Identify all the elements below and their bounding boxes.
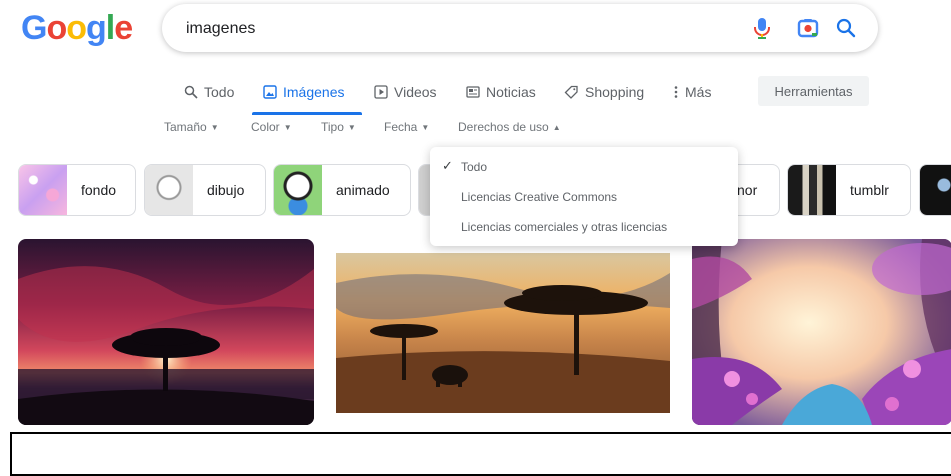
tab-label: Todo [204, 84, 235, 100]
chip-thumbnail [788, 165, 836, 215]
tab-label: Imágenes [283, 84, 345, 100]
tools-button[interactable]: Herramientas [758, 76, 869, 106]
related-chip-fondo[interactable]: fondo [18, 164, 136, 216]
filter-label: Color [251, 120, 280, 134]
chip-label: animado [336, 182, 390, 198]
image-result[interactable] [18, 239, 314, 425]
caret-down-icon: ▼ [283, 122, 292, 132]
tab-todo[interactable]: Todo [184, 80, 234, 104]
filter-fecha[interactable]: Fecha ▼ [384, 120, 429, 134]
chip-label: nor [737, 182, 758, 198]
check-icon: ✓ [442, 158, 453, 173]
search-icon [184, 85, 198, 99]
image-sunset-tree [18, 239, 314, 425]
tab-noticias[interactable]: Noticias [466, 80, 536, 104]
image-savanna [336, 253, 670, 413]
tab-label: Noticias [486, 84, 536, 100]
filter-label: Tipo [321, 120, 344, 134]
caret-down-icon: ▼ [421, 122, 430, 132]
logo-letter: g [86, 9, 107, 47]
tab-imagenes[interactable]: Imágenes [263, 80, 344, 104]
tab-label: Videos [394, 84, 437, 100]
filter-label: Derechos de uso [458, 120, 549, 134]
logo-letter: e [114, 9, 133, 47]
filter-tamano[interactable]: Tamaño ▼ [164, 120, 219, 134]
caret-down-icon: ▼ [210, 122, 219, 132]
dropdown-item-creative-commons[interactable]: Licencias Creative Commons [461, 190, 617, 204]
caret-up-icon: ▲ [552, 122, 561, 132]
usage-rights-dropdown: ✓ Todo Licencias Creative Commons Licenc… [430, 147, 738, 246]
chip-thumbnail [274, 165, 322, 215]
filter-label: Tamaño [164, 120, 207, 134]
chip-label: dibujo [207, 182, 245, 198]
dropdown-item-commercial[interactable]: Licencias comerciales y otras licencias [461, 220, 667, 234]
logo-letter: l [105, 9, 116, 47]
microphone-icon[interactable] [750, 16, 774, 40]
tab-label: Más [685, 84, 712, 100]
filter-color[interactable]: Color ▼ [251, 120, 292, 134]
chip-thumbnail [920, 165, 951, 215]
tab-videos[interactable]: Videos [374, 80, 437, 104]
tab-mas[interactable]: Más [673, 80, 711, 104]
image-icon [263, 85, 277, 99]
tab-label: Shopping [585, 84, 645, 100]
active-tab-indicator [252, 112, 362, 115]
related-chip-partial[interactable] [919, 164, 951, 216]
news-icon [466, 86, 480, 98]
chip-thumbnail [19, 165, 67, 215]
caret-down-icon: ▼ [347, 122, 356, 132]
filter-derechos-de-uso[interactable]: Derechos de uso ▲ [458, 120, 561, 134]
filter-label: Fecha [384, 120, 418, 134]
tag-icon [564, 85, 578, 99]
image-result[interactable] [336, 253, 670, 413]
logo-letter: o [46, 9, 67, 47]
google-logo[interactable]: Google [21, 8, 133, 48]
search-input[interactable] [184, 16, 728, 42]
image-fantasy-forest [692, 239, 951, 425]
more-vertical-icon [674, 86, 678, 98]
dropdown-item-todo[interactable]: Todo [461, 160, 487, 174]
camera-lens-icon[interactable] [796, 16, 820, 40]
related-chip-dibujo[interactable]: dibujo [144, 164, 266, 216]
annotation-box [10, 432, 951, 476]
related-chip-animado[interactable]: animado [273, 164, 411, 216]
chip-label: tumblr [850, 182, 889, 198]
search-icon[interactable] [834, 16, 858, 40]
chip-label: fondo [81, 182, 117, 198]
logo-letter: G [21, 9, 47, 47]
search-box [162, 4, 878, 52]
chip-thumbnail [145, 165, 193, 215]
logo-letter: o [66, 9, 87, 47]
tab-shopping[interactable]: Shopping [564, 80, 644, 104]
play-icon [374, 85, 388, 99]
image-result[interactable] [692, 239, 951, 425]
related-chip-tumblr[interactable]: tumblr [787, 164, 911, 216]
filter-tipo[interactable]: Tipo ▼ [321, 120, 356, 134]
